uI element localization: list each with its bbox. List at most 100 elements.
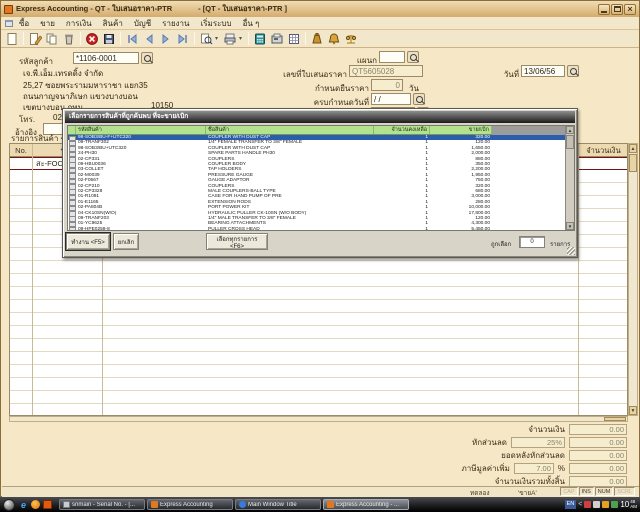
minimize-button[interactable] xyxy=(598,3,610,15)
list-scrollbar[interactable]: ▲ ▼ xyxy=(565,126,574,230)
quotation-no-label: เลขที่ใบเสนอราคา xyxy=(283,70,347,79)
taskbar: e snmain - Serial No. - [... Express Acco… xyxy=(0,497,640,512)
scrollbar-thumb[interactable] xyxy=(604,417,626,421)
menu-item-2[interactable]: ขาย xyxy=(40,17,55,30)
status-flag-num: NUM xyxy=(594,487,614,496)
scroll-down-icon[interactable]: ▼ xyxy=(566,222,574,230)
firefox-icon[interactable] xyxy=(31,500,40,509)
select-all-button[interactable]: เลือกทุกรายการ <F6> xyxy=(206,233,268,250)
dept-input[interactable] xyxy=(379,51,405,63)
list-header-2[interactable]: ชื่อสินค้า xyxy=(206,126,374,134)
maximize-button[interactable] xyxy=(611,3,623,15)
app-icon xyxy=(4,4,13,14)
start-button[interactable] xyxy=(3,498,15,511)
tray-app-2-icon[interactable] xyxy=(593,501,601,508)
cell-name: PULLER CROSS HEAD xyxy=(208,226,260,230)
barcode-grid-icon[interactable] xyxy=(286,31,302,47)
nav-last-icon[interactable] xyxy=(175,31,191,47)
close-button[interactable]: × xyxy=(624,3,636,15)
ok-button[interactable]: ทำงาน <F5> xyxy=(65,232,111,251)
tray-app-3-icon[interactable] xyxy=(602,501,610,508)
taskbar-button-1[interactable]: snmain - Serial No. - [... xyxy=(59,499,145,510)
menu-item-4[interactable]: สินค้า xyxy=(103,17,123,30)
new-document-icon[interactable] xyxy=(4,31,20,47)
phone-label: โทร. xyxy=(19,115,36,124)
print-icon[interactable] xyxy=(222,31,238,47)
cancel-icon[interactable] xyxy=(84,31,100,47)
dropdown-arrow-icon[interactable]: ▾ xyxy=(239,35,245,42)
menu-item-1[interactable]: ซื้อ xyxy=(19,17,29,30)
scale-icon[interactable] xyxy=(343,31,359,47)
mdi-child-icon[interactable] xyxy=(5,19,13,27)
language-indicator[interactable]: EN xyxy=(564,500,577,509)
date-label: วันที่ xyxy=(503,70,519,79)
taskbar-button-2[interactable]: Express Accounting xyxy=(147,499,233,510)
save-icon[interactable] xyxy=(101,31,117,47)
customer-lookup-icon[interactable] xyxy=(141,52,153,64)
nav-next-icon[interactable] xyxy=(158,31,174,47)
orange-app-icon[interactable] xyxy=(43,500,52,509)
scroll-up-icon[interactable]: ▲ xyxy=(566,126,574,134)
cell-code: สะ-FOC xyxy=(36,159,63,168)
ie-icon[interactable]: e xyxy=(19,500,28,510)
taskbar-button-4[interactable]: Express Accounting - ... xyxy=(323,499,409,510)
toolbar-separator xyxy=(23,32,24,45)
tray-chevron-icon[interactable]: < xyxy=(578,500,582,509)
date-lookup-icon[interactable] xyxy=(567,65,579,77)
list-rows: 98-SOB3/BU-F+UTC320 COUPLER WITH DUST CAP… xyxy=(68,135,574,230)
menu-item-8[interactable]: อื่น ๆ xyxy=(243,17,260,30)
row-select-box[interactable] xyxy=(68,227,76,230)
totals-extra-field[interactable]: 25% xyxy=(511,437,565,448)
calculator-icon[interactable] xyxy=(252,31,268,47)
bell-icon[interactable] xyxy=(326,31,342,47)
delete-trash-icon[interactable] xyxy=(61,31,77,47)
menu-item-3[interactable]: การเงิน xyxy=(66,17,92,30)
find-icon[interactable] xyxy=(198,31,214,47)
scrollbar-thumb[interactable] xyxy=(566,135,574,149)
dialog-title: เลือกรายการสินค้าที่ถูกค้นพบ ที่จะขาย/เบ… xyxy=(69,113,189,120)
totals-value-field: 0.00 xyxy=(569,450,627,461)
edit-document-icon[interactable] xyxy=(27,31,43,47)
menu-item-7[interactable]: เริ่มระบบ xyxy=(201,17,232,30)
dept-lookup-icon[interactable] xyxy=(407,51,419,63)
tray-app-1-icon[interactable] xyxy=(584,501,592,508)
dialog-titlebar[interactable]: เลือกรายการสินค้าที่ถูกค้นพบ ที่จะขาย/เบ… xyxy=(65,111,575,123)
totals-label: ภาษีมูลค่าเพิ่ม xyxy=(461,464,510,473)
date-input[interactable]: 13/06/56 xyxy=(521,65,565,77)
product-list: รหัสสินค้า ชื่อสินค้า จำนวนคงเหลือ ขาย/เบิก… xyxy=(67,125,575,231)
dropdown-arrow-icon[interactable]: ▾ xyxy=(215,35,221,42)
totals-panel: จำนวนเงิน 0.00 หักส่วนลด 25% 0.00 ยอดหลังหักส… xyxy=(241,423,627,488)
tray-app-4-icon[interactable] xyxy=(611,501,619,508)
totals-extra-field[interactable]: 7.00 xyxy=(513,463,554,474)
nav-first-icon[interactable] xyxy=(124,31,140,47)
due-date-lookup-icon[interactable] xyxy=(413,93,425,105)
product-row[interactable]: 09-HPE0259-8 PULLER CROSS HEAD 1 5,450.00 xyxy=(68,226,574,230)
weight-icon[interactable] xyxy=(309,31,325,47)
toolbar-separator xyxy=(194,32,195,45)
scrollbar-thumb[interactable] xyxy=(629,154,637,172)
menu-item-5[interactable]: บัญชี xyxy=(134,17,151,30)
grid-horizontal-scrollbar[interactable] xyxy=(9,416,628,422)
resize-grip[interactable] xyxy=(567,247,575,255)
express-icon xyxy=(151,501,158,508)
scroll-up-icon[interactable]: ▲ xyxy=(629,144,637,153)
copy-document-icon[interactable] xyxy=(44,31,60,47)
customer-code-input[interactable]: *1106-0001 xyxy=(73,52,139,64)
quotation-no-field[interactable]: QT5605028 xyxy=(349,65,423,77)
totals-label: ยอดหลังหักส่วนลด xyxy=(501,451,565,460)
list-header-1[interactable]: รหัสสินค้า xyxy=(76,126,206,134)
fax-icon[interactable] xyxy=(269,31,285,47)
nav-prev-icon[interactable] xyxy=(141,31,157,47)
cancel-button[interactable]: ยกเลิก xyxy=(113,233,139,250)
due-date-input[interactable]: / / xyxy=(371,93,411,105)
price-valid-input[interactable]: 0 xyxy=(371,79,403,91)
window-title: Express Accounting - QT - ใบเสนอราคา-PTR xyxy=(16,4,173,13)
list-header-3[interactable]: จำนวนคงเหลือ xyxy=(374,126,430,134)
cell-qty: 1 xyxy=(425,226,428,230)
menu-item-6[interactable]: รายงาน xyxy=(162,17,189,30)
taskbar-button-3[interactable]: Main Window Title xyxy=(235,499,321,510)
scroll-down-icon[interactable]: ▼ xyxy=(629,406,637,415)
list-header-4[interactable]: ขาย/เบิก xyxy=(430,126,492,134)
taskbar-clock[interactable]: 10 48 AM xyxy=(620,499,637,509)
grid-vertical-scrollbar[interactable]: ▲ ▼ xyxy=(628,143,638,416)
